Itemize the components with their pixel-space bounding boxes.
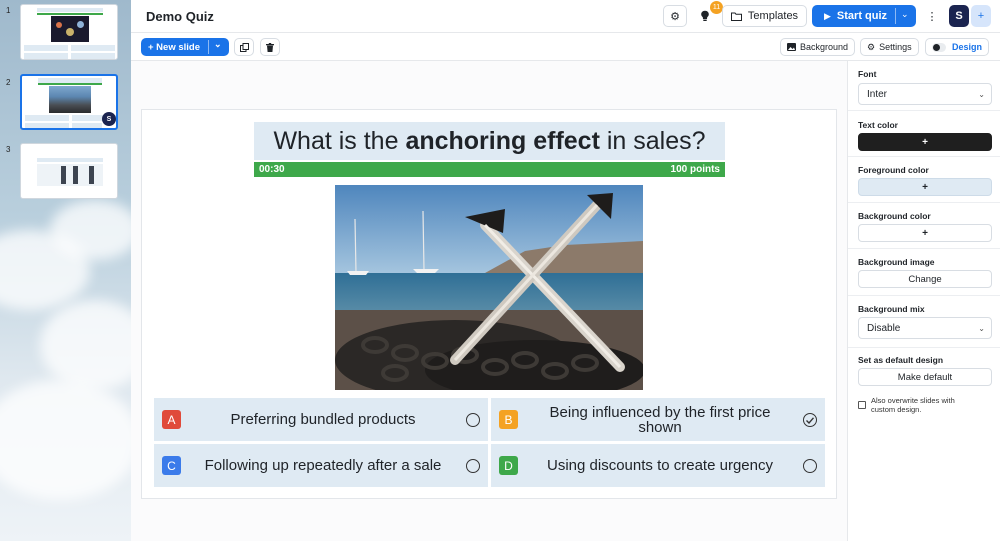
duplicate-slide-button[interactable] xyxy=(234,38,254,56)
settings-gear-button[interactable]: ⚙ xyxy=(663,5,687,27)
answer-option-c[interactable]: C Following up repeatedly after a sale xyxy=(154,444,488,487)
slide-number: 2 xyxy=(6,78,11,87)
design-button[interactable]: Design xyxy=(925,38,990,56)
answer-text-d: Using discounts to create urgency xyxy=(547,457,773,474)
background-mix-value: Disable xyxy=(867,322,901,334)
background-color-swatch[interactable]: + xyxy=(858,224,992,242)
question-suffix: in sales? xyxy=(599,126,706,155)
timer-value: 00:30 xyxy=(259,164,285,175)
radio-circle-icon[interactable] xyxy=(466,459,480,473)
slide-rail: 1 2 S 3 xyxy=(0,0,131,541)
question-emphasis: anchoring effect xyxy=(405,126,600,155)
slide-preview[interactable]: What is the anchoring effect in sales? 0… xyxy=(141,109,837,499)
trash-icon xyxy=(266,42,274,52)
design-toggle-icon xyxy=(932,42,946,52)
background-image-label: Background image xyxy=(858,257,935,267)
copy-icon xyxy=(239,42,249,52)
slide-number: 1 xyxy=(6,6,11,15)
make-default-button[interactable]: Make default xyxy=(858,368,992,386)
radio-circle-icon[interactable] xyxy=(803,459,817,473)
question-prefix: What is the xyxy=(273,126,406,155)
background-button[interactable]: Background xyxy=(780,38,856,56)
folder-icon xyxy=(730,12,742,21)
slide-number: 3 xyxy=(6,145,11,154)
start-quiz-label: Start quiz xyxy=(836,10,888,22)
gear-icon: ⚙ xyxy=(867,41,876,52)
text-color-swatch[interactable]: + xyxy=(858,133,992,151)
background-image-section: Background image Change xyxy=(848,249,1000,296)
lightbulb-icon xyxy=(701,10,709,21)
overwrite-label: Also overwrite slides with custom design… xyxy=(871,396,955,414)
background-color-section: Background color + xyxy=(848,203,1000,249)
answer-option-b[interactable]: B Being influenced by the first price sh… xyxy=(491,398,825,441)
more-options-button[interactable]: ⋮ xyxy=(922,5,942,27)
notifications-button[interactable]: 11 xyxy=(693,1,723,27)
question-text[interactable]: What is the anchoring effect in sales? xyxy=(254,122,725,160)
top-bar: Demo Quiz ⚙ 11 Templates ▶ Start quiz ⌄ … xyxy=(131,0,1000,33)
font-section: Font Inter ⌄ xyxy=(848,61,1000,111)
foreground-color-label: Foreground color xyxy=(858,165,929,175)
user-avatar[interactable]: S xyxy=(949,5,969,27)
new-slide-label: + New slide xyxy=(148,41,201,53)
presenter-avatar: S xyxy=(102,112,116,126)
new-slide-button[interactable]: + New slide ⌄ xyxy=(141,38,229,56)
default-design-section: Set as default design Make default Also … xyxy=(848,348,1000,428)
chevron-down-icon[interactable]: ⌄ xyxy=(214,39,222,50)
answer-letter-a: A xyxy=(162,410,181,429)
background-label: Background xyxy=(800,42,849,52)
answer-text-a: Preferring bundled products xyxy=(230,411,416,428)
image-icon xyxy=(787,43,796,51)
chevron-down-icon: ⌄ xyxy=(978,89,985,99)
slide-canvas: What is the anchoring effect in sales? 0… xyxy=(131,61,847,541)
answer-option-d[interactable]: D Using discounts to create urgency xyxy=(491,444,825,487)
chevron-down-icon: ⌄ xyxy=(978,323,985,333)
add-collaborator-button[interactable]: + xyxy=(971,5,991,27)
more-vertical-icon: ⋮ xyxy=(926,10,938,23)
design-panel: Font Inter ⌄ Text color + Foreground col… xyxy=(847,61,1000,541)
answer-text-c: Following up repeatedly after a sale xyxy=(204,457,442,474)
delete-slide-button[interactable] xyxy=(260,38,280,56)
settings-button[interactable]: ⚙ Settings xyxy=(860,38,919,56)
answer-letter-d: D xyxy=(499,456,518,475)
change-image-button[interactable]: Change xyxy=(858,270,992,288)
templates-button[interactable]: Templates xyxy=(722,5,807,27)
background-mix-label: Background mix xyxy=(858,304,925,314)
answer-text-b: Being influenced by the first price show… xyxy=(549,403,771,436)
overwrite-checkbox[interactable] xyxy=(858,401,866,409)
editor-toolbar: + New slide ⌄ Background ⚙ Settings Desi… xyxy=(131,33,1000,61)
background-mix-section: Background mix Disable ⌄ xyxy=(848,296,1000,348)
font-value: Inter xyxy=(867,88,888,100)
question-image[interactable] xyxy=(335,185,643,390)
answer-letter-b: B xyxy=(499,410,518,429)
text-color-label: Text color xyxy=(858,120,898,130)
timer-bar: 00:30 100 points xyxy=(254,162,725,177)
chevron-down-icon[interactable]: ⌄ xyxy=(901,9,909,20)
design-label: Design xyxy=(952,42,983,52)
quiz-title[interactable]: Demo Quiz xyxy=(146,9,214,24)
text-color-section: Text color + xyxy=(848,111,1000,157)
points-value: 100 points xyxy=(670,164,720,175)
font-select[interactable]: Inter ⌄ xyxy=(858,83,992,105)
anchor-photo xyxy=(335,185,643,390)
background-mix-select[interactable]: Disable ⌄ xyxy=(858,317,992,339)
templates-label: Templates xyxy=(747,10,799,22)
start-quiz-button[interactable]: ▶ Start quiz ⌄ xyxy=(812,5,916,27)
default-design-label: Set as default design xyxy=(858,355,944,365)
font-label: Font xyxy=(858,69,877,79)
foreground-color-swatch[interactable]: + xyxy=(858,178,992,196)
play-icon: ▶ xyxy=(824,10,831,21)
answer-option-a[interactable]: A Preferring bundled products xyxy=(154,398,488,441)
background-color-label: Background color xyxy=(858,211,931,221)
radio-circle-icon[interactable] xyxy=(466,413,480,427)
answer-letter-c: C xyxy=(162,456,181,475)
gear-icon: ⚙ xyxy=(670,10,680,23)
foreground-color-section: Foreground color + xyxy=(848,157,1000,203)
check-circle-icon[interactable] xyxy=(803,413,817,427)
settings-label: Settings xyxy=(879,42,912,52)
